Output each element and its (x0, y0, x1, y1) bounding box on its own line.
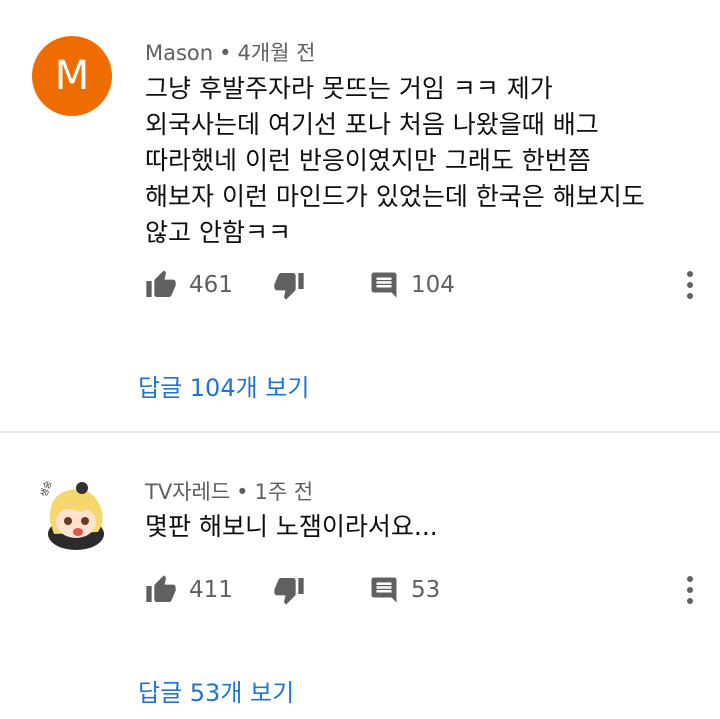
comment-time: 4개월 전 (237, 41, 316, 65)
comment-line: 그냥 후발주자라 못뜨는 거임 ㅋㅋ 제가 (145, 74, 553, 103)
reply-icon (371, 272, 397, 298)
comment-line: 않고 안함ㅋㅋ (145, 218, 291, 247)
comment-item: M Mason • 4개월 전 그냥 후발주자라 못뜨는 거임 ㅋㅋ 제가 외국사는… (0, 0, 720, 431)
comment-text: 그냥 후발주자라 못뜨는 거임 ㅋㅋ 제가 외국사는데 여기선 포나 처음 나왔… (145, 71, 705, 251)
view-replies-link[interactable]: 답글 104개 보기 (138, 368, 309, 403)
comment-text: 몇판 해보니 노잼이라서요... (145, 509, 705, 545)
meta-separator: • (219, 41, 232, 65)
author-name[interactable]: Mason (145, 41, 213, 65)
meta-separator: • (236, 480, 249, 504)
comment-line: 외국사는데 여기선 포나 처음 나왔을때 배그 (145, 110, 599, 139)
like-icon (146, 270, 176, 297)
like-count: 461 (189, 272, 233, 298)
dislike-button[interactable] (273, 570, 305, 610)
more-options-icon[interactable] (675, 265, 705, 305)
reply-button[interactable]: 104 (369, 265, 455, 305)
comment-line: 몇판 해보니 노잼이라서요... (145, 512, 438, 541)
more-options-icon[interactable] (675, 570, 705, 610)
reply-button[interactable]: 53 (369, 570, 440, 610)
comment-actions: 461 104 (145, 265, 705, 305)
reply-count: 53 (411, 577, 441, 603)
dislike-button[interactable] (273, 265, 305, 305)
author-name[interactable]: TV자레드 (145, 480, 230, 504)
reply-icon (371, 577, 397, 603)
comment-meta: TV자레드 • 1주 전 (145, 476, 313, 506)
like-button[interactable]: 411 (145, 570, 233, 610)
like-icon (146, 575, 176, 602)
comment-meta: Mason • 4개월 전 (145, 37, 315, 67)
comment-line: 해보자 이런 마인드가 있었는데 한국은 해보지도 (145, 182, 645, 211)
comment-time: 1주 전 (254, 480, 314, 504)
like-button[interactable]: 461 (145, 265, 233, 305)
view-replies-link[interactable]: 답글 53개 보기 (138, 673, 294, 708)
avatar[interactable]: M (32, 36, 112, 116)
comment-item: TV자레드 • 1주 전 몇판 해보니 노잼이라서요... 411 53 답글 53… (0, 433, 720, 719)
like-count: 411 (189, 577, 233, 603)
dislike-icon (274, 578, 304, 605)
reply-count: 104 (411, 272, 455, 298)
dislike-icon (274, 273, 304, 300)
comment-line: 따라했네 이런 반응이였지만 그래도 한번쯤 (145, 146, 591, 175)
comment-actions: 411 53 (145, 570, 705, 610)
